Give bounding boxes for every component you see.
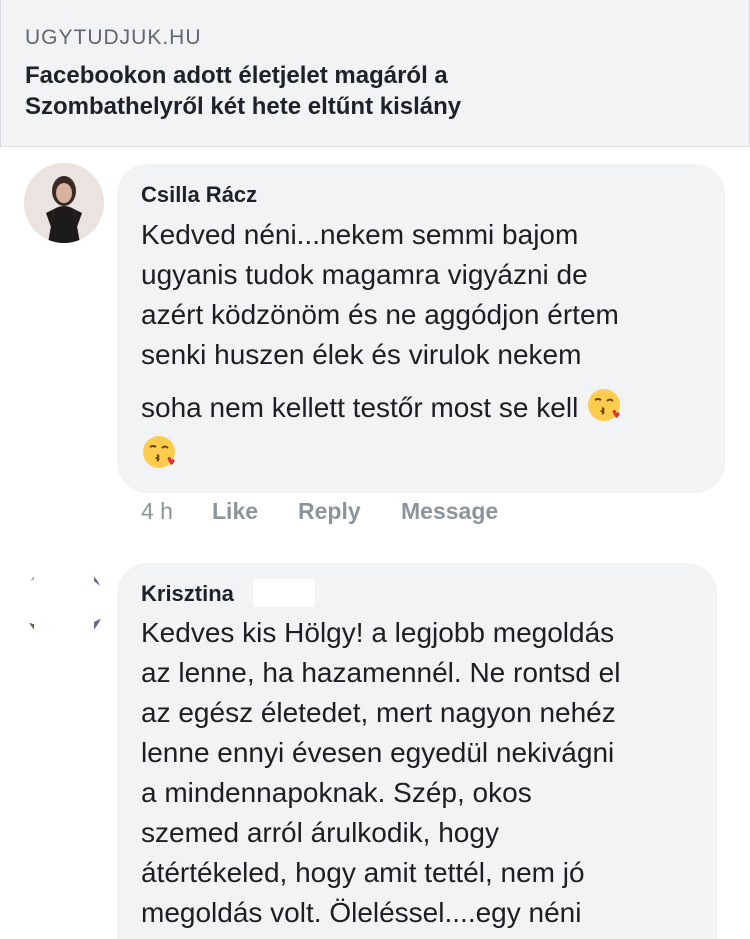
- link-title[interactable]: Facebookon adott életjelet magáról a Szo…: [25, 60, 715, 122]
- comment-text-line: a mindennapoknak. Szép, okos: [141, 777, 532, 808]
- comment-text-line: azért ködzönöm és ne aggódjon értem: [141, 299, 619, 330]
- comment-text-line: az egész életedet, mert nagyon nehéz: [141, 697, 616, 728]
- comment-text-line: megoldás volt. Öleléssel....egy néni: [141, 897, 582, 928]
- comment-text-line: az lenne, ha hazamennél. Ne rontsd el: [141, 657, 621, 688]
- comment-bubble: Csilla Rácz Kedved néni...nekem semmi ba…: [117, 164, 725, 493]
- comment-text-line: lenne ennyi évesen egyedül nekivágni: [141, 737, 615, 768]
- comment-text-line: Kedved néni...nekem semmi bajom: [141, 219, 579, 250]
- comment-timestamp[interactable]: 4 h: [141, 498, 173, 525]
- reply-button[interactable]: Reply: [298, 498, 361, 525]
- comment-thread: UGYTUDJUK.HU Facebookon adott életjelet …: [0, 0, 750, 939]
- comment-text: soha nem kellett testőr most se kell: [141, 392, 579, 423]
- comment-text-line: ugyanis tudok magamra vigyázni de: [141, 259, 588, 290]
- comment-bubble: Krisztina Kedves kis Hölgy! a legjobb me…: [117, 563, 717, 939]
- redaction-block: [253, 579, 315, 607]
- link-preview-card[interactable]: UGYTUDJUK.HU Facebookon adott életjelet …: [0, 0, 750, 147]
- comment-text-line: senki huszen élek és virulok nekem: [141, 339, 582, 370]
- comment-text-line: Kedves kis Hölgy! a legjobb megoldás: [141, 617, 615, 648]
- like-button[interactable]: Like: [212, 498, 258, 525]
- link-title-line: Szombathelyről két hete eltűnt kislány: [25, 93, 462, 120]
- comment-text-line: szemed arról árulkodik, hogy: [141, 817, 499, 848]
- avatar-photo-icon: [24, 563, 104, 643]
- comment-text-line: átértékeled, hogy amit tettél, nem jó: [141, 857, 585, 888]
- comment-author[interactable]: Csilla Rácz: [141, 182, 257, 208]
- comment-text-line: soha nem kellett testőr most se kell: [141, 387, 622, 424]
- message-button[interactable]: Message: [401, 498, 498, 525]
- avatar-photo-icon: [24, 163, 104, 243]
- link-domain: UGYTUDJUK.HU: [25, 26, 202, 49]
- link-title-line: Facebookon adott életjelet magáról a: [25, 62, 448, 89]
- avatar[interactable]: [24, 163, 104, 243]
- comment-text-line: [141, 434, 177, 471]
- comment-author[interactable]: Krisztina: [141, 581, 234, 607]
- avatar[interactable]: [24, 563, 104, 643]
- kiss-emoji-icon: [588, 389, 621, 421]
- kiss-emoji-icon: [143, 436, 175, 468]
